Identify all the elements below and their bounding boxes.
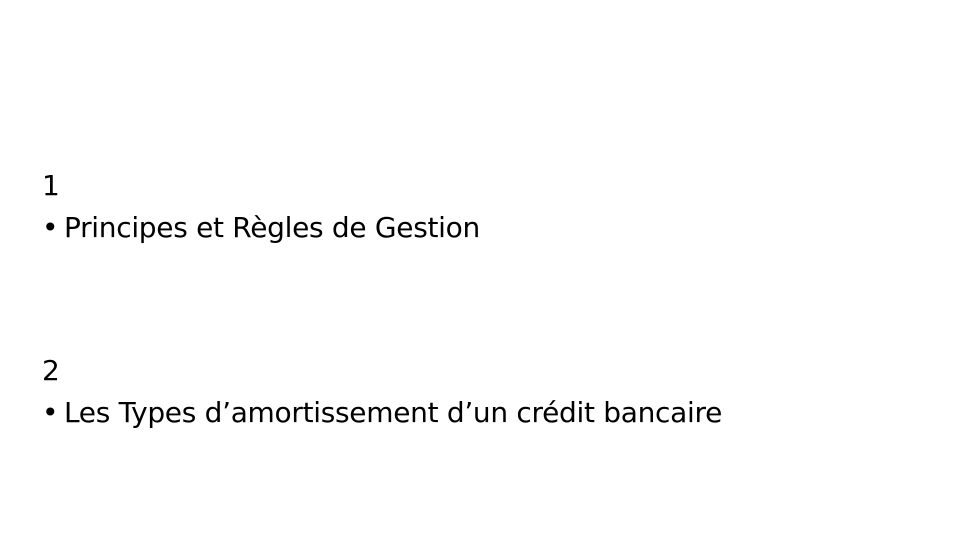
section-number: 2 — [42, 354, 60, 387]
bullet-text: Les Types d’amortissement d’un crédit ba… — [64, 396, 723, 429]
bullet-icon: • — [42, 211, 59, 244]
bullet-item: • Principes et Règles de Gestion — [42, 206, 480, 250]
bullet-icon: • — [42, 396, 59, 429]
section-2: 2 • Les Types d’amortissement d’un crédit… — [42, 351, 722, 435]
bullet-text: Principes et Règles de Gestion — [64, 211, 480, 244]
section-1: 1 • Principes et Règles de Gestion — [42, 166, 480, 250]
bullet-item: • Les Types d’amortissement d’un crédit b… — [42, 391, 722, 435]
section-number: 1 — [42, 169, 60, 202]
slide: 1 • Principes et Règles de Gestion 2 • Les… — [0, 0, 960, 540]
